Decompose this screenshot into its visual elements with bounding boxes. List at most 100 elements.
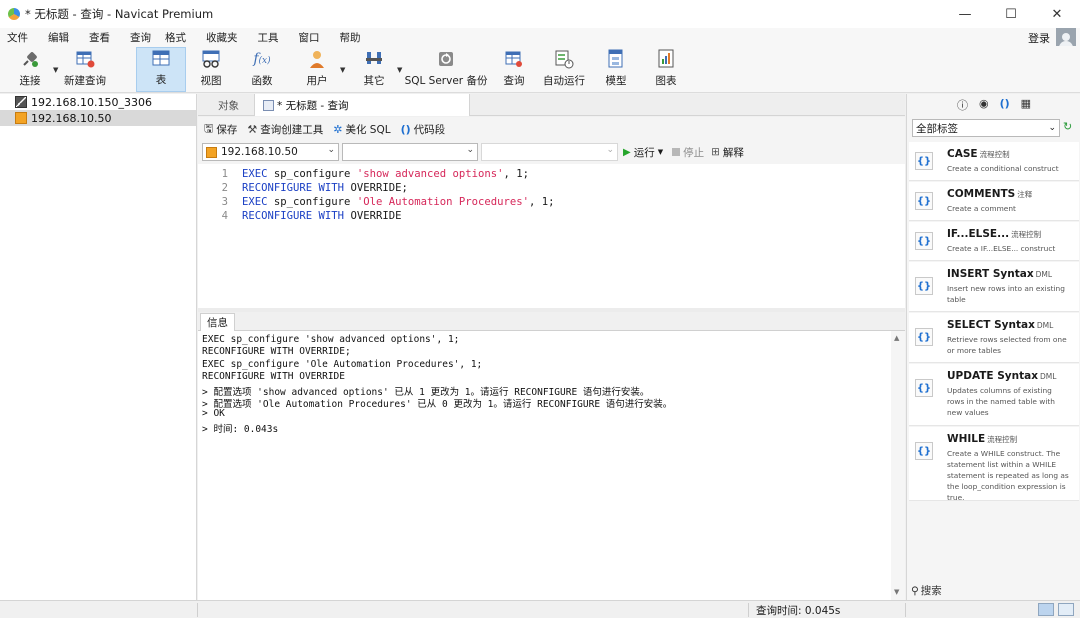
stop-button[interactable]: 停止 [683,145,704,160]
user-dropdown-icon[interactable]: ▼ [340,66,345,74]
new-query-button[interactable]: 新建查询 [62,47,108,92]
chart-button[interactable]: 图表 [651,47,681,92]
save-button[interactable]: 🖫 保存 [204,120,237,139]
schema-select[interactable]: ⌄ [481,143,618,161]
sql-editor[interactable]: 1 EXEC sp_configure 'show advanced optio… [198,164,905,308]
maximize-button[interactable]: ☐ [988,0,1034,28]
view-button[interactable]: 视图 [196,47,226,92]
menu-view[interactable]: 查看 [82,30,117,45]
layout-right-icon[interactable] [1058,603,1074,616]
table-button[interactable]: 表 [136,47,186,92]
snippet-title: CASE 流程控制 [947,148,1010,160]
snippet-item[interactable]: {} UPDATE Syntax DML Updates columns of e… [909,364,1079,426]
tag-filter-value: 全部标签 [916,122,958,135]
layout-left-icon[interactable] [1038,603,1054,616]
chevron-down-icon: ⌄ [1048,123,1056,133]
beautify-sql-label: 美化 SQL [345,123,391,136]
sql-server-backup-button[interactable]: SQL Server 备份 [405,47,487,92]
avatar-icon[interactable] [1056,28,1076,48]
editor-line: 3 EXEC sp_configure 'Ole Automation Proc… [198,195,555,209]
info-message-panel: EXEC sp_configure 'show advanced options… [198,331,891,600]
others-label: 其它 [363,75,385,87]
connection-dropdown-icon[interactable]: ▼ [53,66,58,74]
tab-objects-label: 对象 [218,99,239,112]
refresh-icon[interactable]: ↻ [1063,120,1072,133]
snippet-icon: {} [915,232,933,250]
automation-button[interactable]: 自动运行 [542,47,586,92]
snippet-item[interactable]: {} IF...ELSE... 流程控制 Create a IF...ELSE..… [909,222,1079,261]
scroll-down-icon[interactable]: ▼ [894,588,899,596]
menu-file[interactable]: 文件 [0,30,35,45]
snippet-title-text: WHILE [947,433,986,445]
scroll-up-icon[interactable]: ▲ [894,334,899,342]
query-button[interactable]: 查询 [499,47,529,92]
run-button[interactable]: 运行 [634,145,655,160]
snippet-item[interactable]: {} CASE 流程控制 Create a conditional constru… [909,142,1079,181]
beautify-sql-button[interactable]: ✲ 美化 SQL [333,122,390,137]
login-area[interactable]: 登录 [1028,28,1076,48]
info-line: > OK [202,408,225,420]
mysql-connection-icon [15,96,27,108]
chevron-down-icon: ⌄ [606,145,614,155]
connection-button[interactable]: 连接 [14,47,46,92]
search-input[interactable]: 搜索 [921,583,942,598]
maximize-icon: ☐ [1005,6,1017,22]
minimize-button[interactable]: — [942,0,988,28]
tab-query-label: * 无标题 - 查询 [277,99,349,112]
login-label[interactable]: 登录 [1028,30,1050,46]
menu-favorites[interactable]: 收藏夹 [199,30,245,45]
snippet-title: UPDATE Syntax DML [947,370,1056,382]
run-dropdown-icon[interactable]: ▼ [658,148,663,156]
chart-label: 图表 [655,75,677,87]
sqlserver-connection-icon [15,112,27,124]
snippet-button[interactable]: () 代码段 [401,122,446,137]
tab-query[interactable]: * 无标题 - 查询 [254,94,470,116]
menu-query[interactable]: 查询 [123,30,158,45]
query-tab-icon [263,99,274,111]
automation-icon [553,49,575,69]
connection-select[interactable]: 192.168.10.50 ⌄ [202,143,339,161]
connection-item-mysql[interactable]: 192.168.10.150_3306 [0,94,196,110]
braces-icon[interactable]: () [1000,97,1010,113]
menu-format[interactable]: 格式 [158,30,193,45]
grid-icon[interactable]: ▦ [1021,97,1031,113]
snippet-item[interactable]: {} COMMENTS 注释 Create a comment [909,182,1079,221]
menu-tools[interactable]: 工具 [251,30,286,45]
menu-help[interactable]: 帮助 [333,30,368,45]
others-dropdown-icon[interactable]: ▼ [397,66,402,74]
snippet-description: Insert new rows into an existing table [947,284,1065,304]
close-button[interactable]: ✕ [1034,0,1080,28]
snippet-search[interactable]: ⚲ 搜索 [911,583,942,598]
eye-icon[interactable]: ◉ [979,97,989,113]
tab-info[interactable]: 信息 [200,313,235,331]
tab-objects[interactable]: 对象 [210,94,247,116]
info-scrollbar[interactable]: ▲ ▼ [891,331,905,600]
query-builder-button[interactable]: ⚒ 查询创建工具 [247,122,323,137]
model-button[interactable]: 模型 [601,47,631,92]
user-button[interactable]: 用户 [302,47,332,92]
run-icon[interactable]: ▶ [623,147,631,158]
snippet-description: Create a conditional construct [947,164,1059,173]
chevron-down-icon: ⌄ [327,145,335,155]
snippet-item[interactable]: {} INSERT Syntax DML Insert new rows into… [909,262,1079,312]
database-select[interactable]: ⌄ [342,143,478,161]
info-line: > 配置选项 'Ole Automation Procedures' 已从 0 … [202,398,673,410]
others-button[interactable]: 其它 [358,47,390,92]
connection-item-sqlserver[interactable]: 192.168.10.50 [0,110,196,126]
tag-filter-select[interactable]: 全部标签 ⌄ [912,119,1060,137]
explain-button[interactable]: 解释 [723,145,744,160]
menu-edit[interactable]: 编辑 [41,30,76,45]
sql-text: sp_configure [267,196,357,208]
status-bar: 查询时间: 0.045s [0,600,1080,618]
snippet-icon: {} [915,379,933,397]
function-button[interactable]: f(x) 函数 [247,47,277,92]
user-label: 用户 [306,75,328,87]
info-icon[interactable]: ⓘ [957,97,968,113]
menu-window[interactable]: 窗口 [292,30,327,45]
snippet-item[interactable]: {} SELECT Syntax DML Retrieve rows select… [909,313,1079,363]
snippet-title: INSERT Syntax DML [947,268,1052,280]
snippet-item[interactable]: {} WHILE 流程控制 Create a WHILE construct. T… [909,427,1079,502]
info-line: EXEC sp_configure 'Ole Automation Proced… [202,358,483,370]
snippet-icon: {} [915,277,933,295]
window-title: * 无标题 - 查询 - Navicat Premium [25,7,214,21]
